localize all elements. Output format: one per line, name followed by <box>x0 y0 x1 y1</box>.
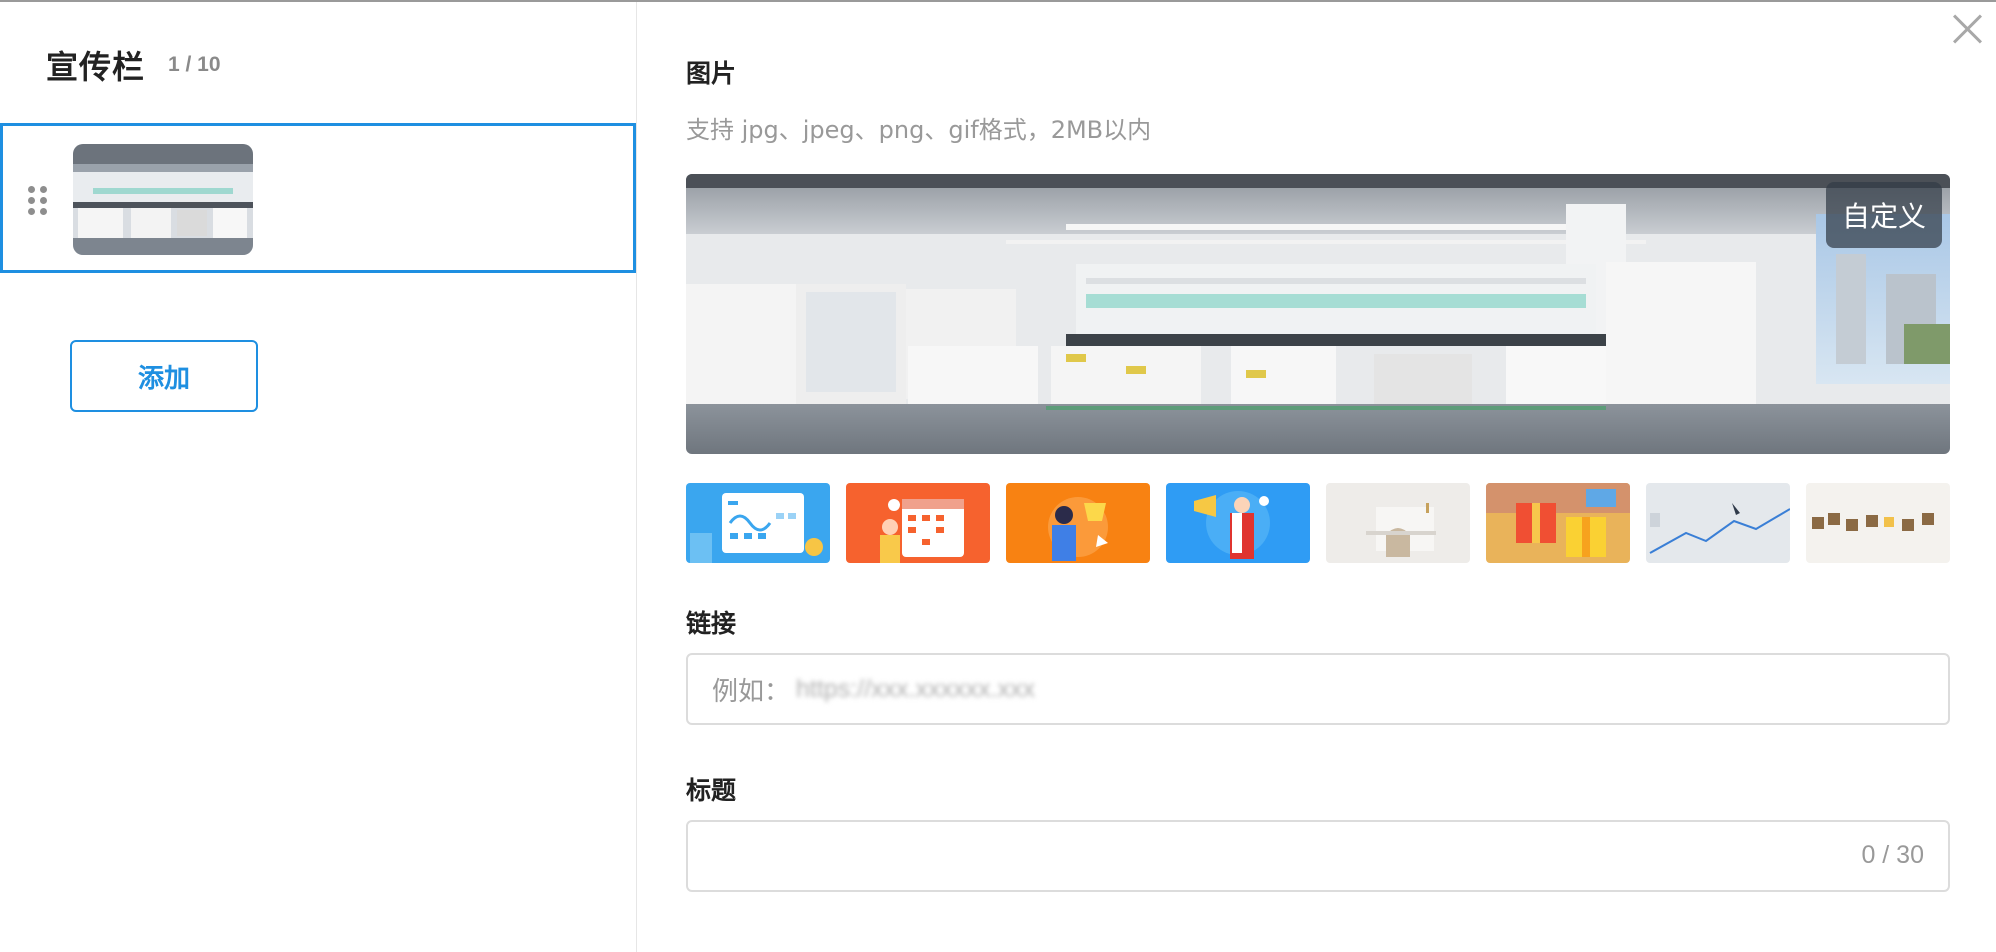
preset-megaphone-image[interactable] <box>1166 483 1310 563</box>
title-section-label: 标题 <box>686 776 737 805</box>
banner-editor-panel: 图片 支持 jpg、jpeg、png、gif格式，2MB以内 自定义 链接 例如… <box>638 2 1996 952</box>
link-section-label: 链接 <box>686 609 737 638</box>
panel-title: 宣传栏 <box>46 48 146 86</box>
banner-list-panel: 宣传栏 1 / 10 添加 <box>0 2 637 952</box>
preset-image-list <box>686 483 1950 564</box>
banner-list-item[interactable] <box>0 123 636 273</box>
preset-chart-image[interactable] <box>1646 483 1790 563</box>
selected-banner-image: 自定义 <box>686 174 1950 454</box>
title-char-counter: 0 / 30 <box>1861 841 1924 869</box>
preset-dashboard-image[interactable] <box>686 483 830 563</box>
preset-blocks-image[interactable] <box>1806 483 1950 563</box>
image-format-hint: 支持 jpg、jpeg、png、gif格式，2MB以内 <box>686 116 1152 144</box>
preset-gift-image[interactable] <box>1486 483 1630 563</box>
preset-trophy-image[interactable] <box>1006 483 1150 563</box>
banner-count: 1 / 10 <box>168 53 221 76</box>
link-placeholder-prefix: 例如： <box>712 676 791 707</box>
title-input[interactable]: 0 / 30 <box>686 820 1950 892</box>
close-icon[interactable] <box>1952 14 1982 44</box>
custom-image-button[interactable]: 自定义 <box>1826 182 1942 248</box>
add-button[interactable]: 添加 <box>70 340 258 412</box>
link-input[interactable]: 例如： https://xxx.xxxxxx.xxx <box>686 653 1950 725</box>
image-section-label: 图片 <box>686 59 737 88</box>
preset-calendar-image[interactable] <box>846 483 990 563</box>
preset-desk-image[interactable] <box>1326 483 1470 563</box>
banner-thumbnail[interactable] <box>73 144 253 255</box>
drag-handle-icon[interactable] <box>28 186 50 216</box>
link-placeholder-url: https://xxx.xxxxxx.xxx <box>796 674 1035 703</box>
